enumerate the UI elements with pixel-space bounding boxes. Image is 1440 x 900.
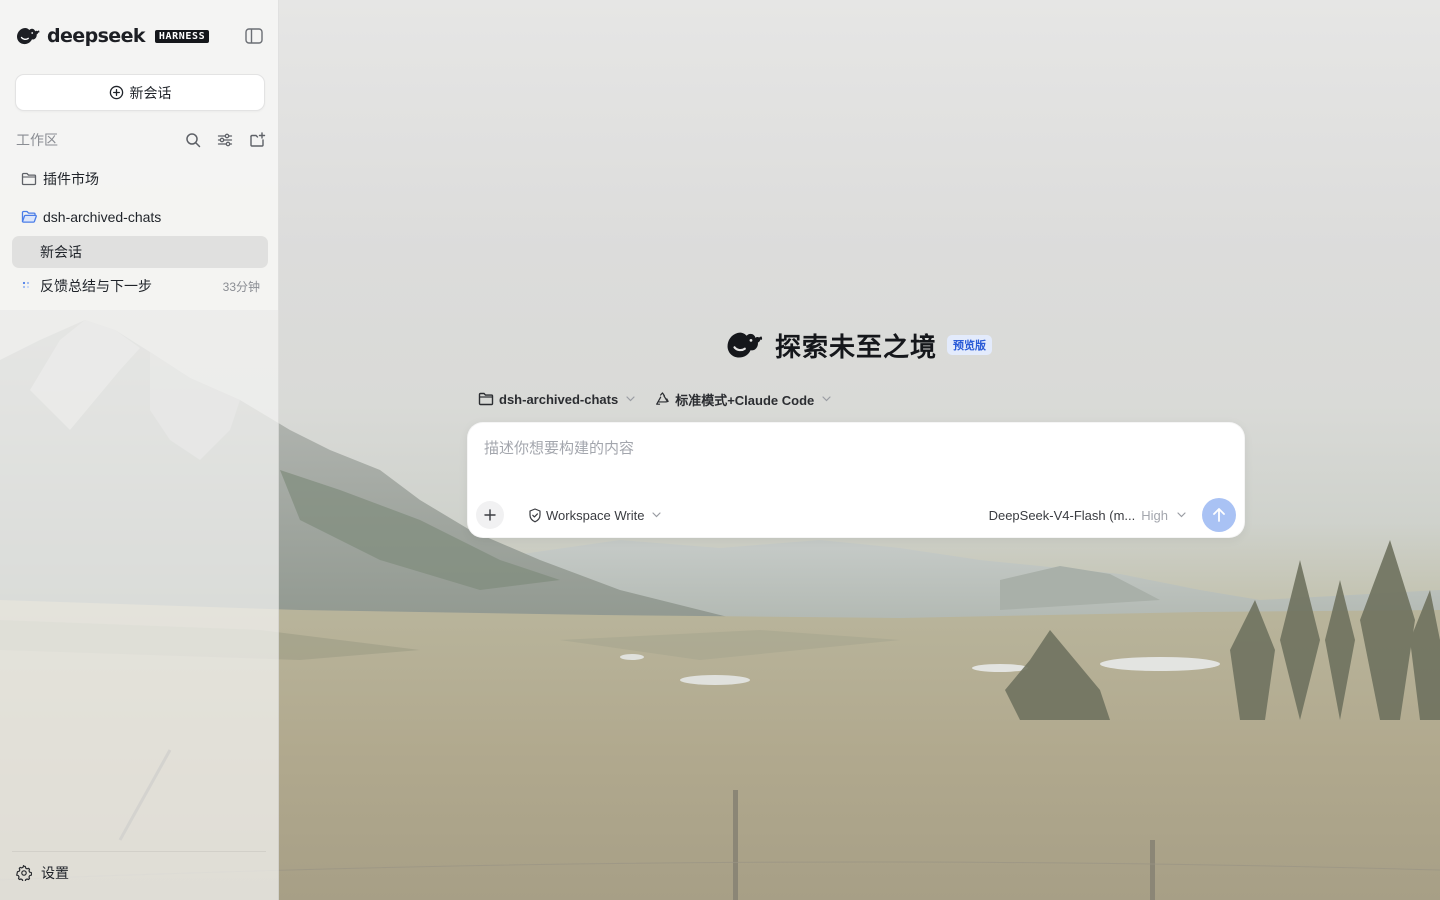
mode-selector[interactable]: 标准模式+Claude Code [655,390,831,409]
whale-logo-icon [727,332,763,358]
settings-button[interactable]: 设置 [16,862,69,884]
recycle-icon [656,391,669,405]
loading-dots-icon [22,281,36,291]
brand: deepseek HARNESS [16,24,210,48]
sidebar-toggle-button[interactable] [244,27,264,45]
chevron-down-icon [822,396,831,402]
model-name: DeepSeek-V4-Flash (m... [988,507,1136,523]
chevron-down-icon [626,396,635,402]
plus-icon [484,509,496,521]
mode-label: 标准模式+Claude Code [675,392,815,408]
context-row: dsh-archived-chats 标准模式+Claude Code [478,389,831,409]
sliders-icon [217,133,233,147]
filter-button[interactable] [216,131,234,149]
chat-title: 新会话 [40,244,82,260]
new-chat-button[interactable]: 新会话 [15,74,265,111]
folder-open-icon [20,208,38,226]
permission-selector[interactable]: Workspace Write [528,506,661,524]
sidebar-item-plugins[interactable]: 插件市场 [12,163,268,195]
sidebar-divider [12,851,266,852]
workspace-folder[interactable]: dsh-archived-chats [12,201,268,233]
arrow-up-icon [1213,508,1225,522]
folder-icon [478,392,494,406]
brand-badge: HARNESS [154,29,210,43]
shield-check-icon [529,507,541,522]
chat-item[interactable]: 反馈总结与下一步 33分钟 [12,270,268,302]
sidebar-toggle-icon [245,28,263,44]
new-chat-label: 新会话 [129,84,172,101]
project-folder-label: dsh-archived-chats [499,391,619,407]
plus-circle-icon [109,85,123,100]
brand-name: deepseek [47,25,146,47]
folder-icon [20,170,38,188]
folder-plus-icon [249,132,265,147]
chevron-down-icon [1177,512,1186,518]
chevron-down-icon [651,512,661,518]
hero: 探索未至之境 预览版 [726,328,993,362]
preview-badge: 预览版 [947,335,993,355]
hero-title: 探索未至之境 [775,331,938,362]
sidebar: deepseek HARNESS 新会话 工作区 插件市场 dsh-archiv… [0,0,279,900]
settings-label: 设置 [41,865,69,881]
attach-button[interactable] [476,501,504,529]
permission-label: Workspace Write [546,507,645,523]
effort-level: High [1141,507,1168,523]
sidebar-item-label: 插件市场 [43,171,99,187]
chat-title: 反馈总结与下一步 [40,278,152,294]
prompt-input[interactable] [484,437,1224,481]
send-button[interactable] [1202,498,1236,532]
chat-item-active[interactable]: 新会话 [12,236,268,268]
model-selector[interactable]: DeepSeek-V4-Flash (m... High [989,506,1186,524]
chat-time: 33分钟 [222,279,260,294]
search-button[interactable] [184,131,202,149]
workspace-tools [184,131,266,149]
folder-label: dsh-archived-chats [43,209,162,225]
workspace-label: 工作区 [16,132,58,148]
search-icon [186,133,201,148]
new-folder-button[interactable] [248,131,266,149]
composer: Workspace Write DeepSeek-V4-Flash (m... … [467,422,1245,538]
gear-icon [16,865,32,881]
whale-logo-icon [17,27,40,45]
project-folder-selector[interactable]: dsh-archived-chats [478,392,635,407]
workspace-header: 工作区 [16,130,266,150]
